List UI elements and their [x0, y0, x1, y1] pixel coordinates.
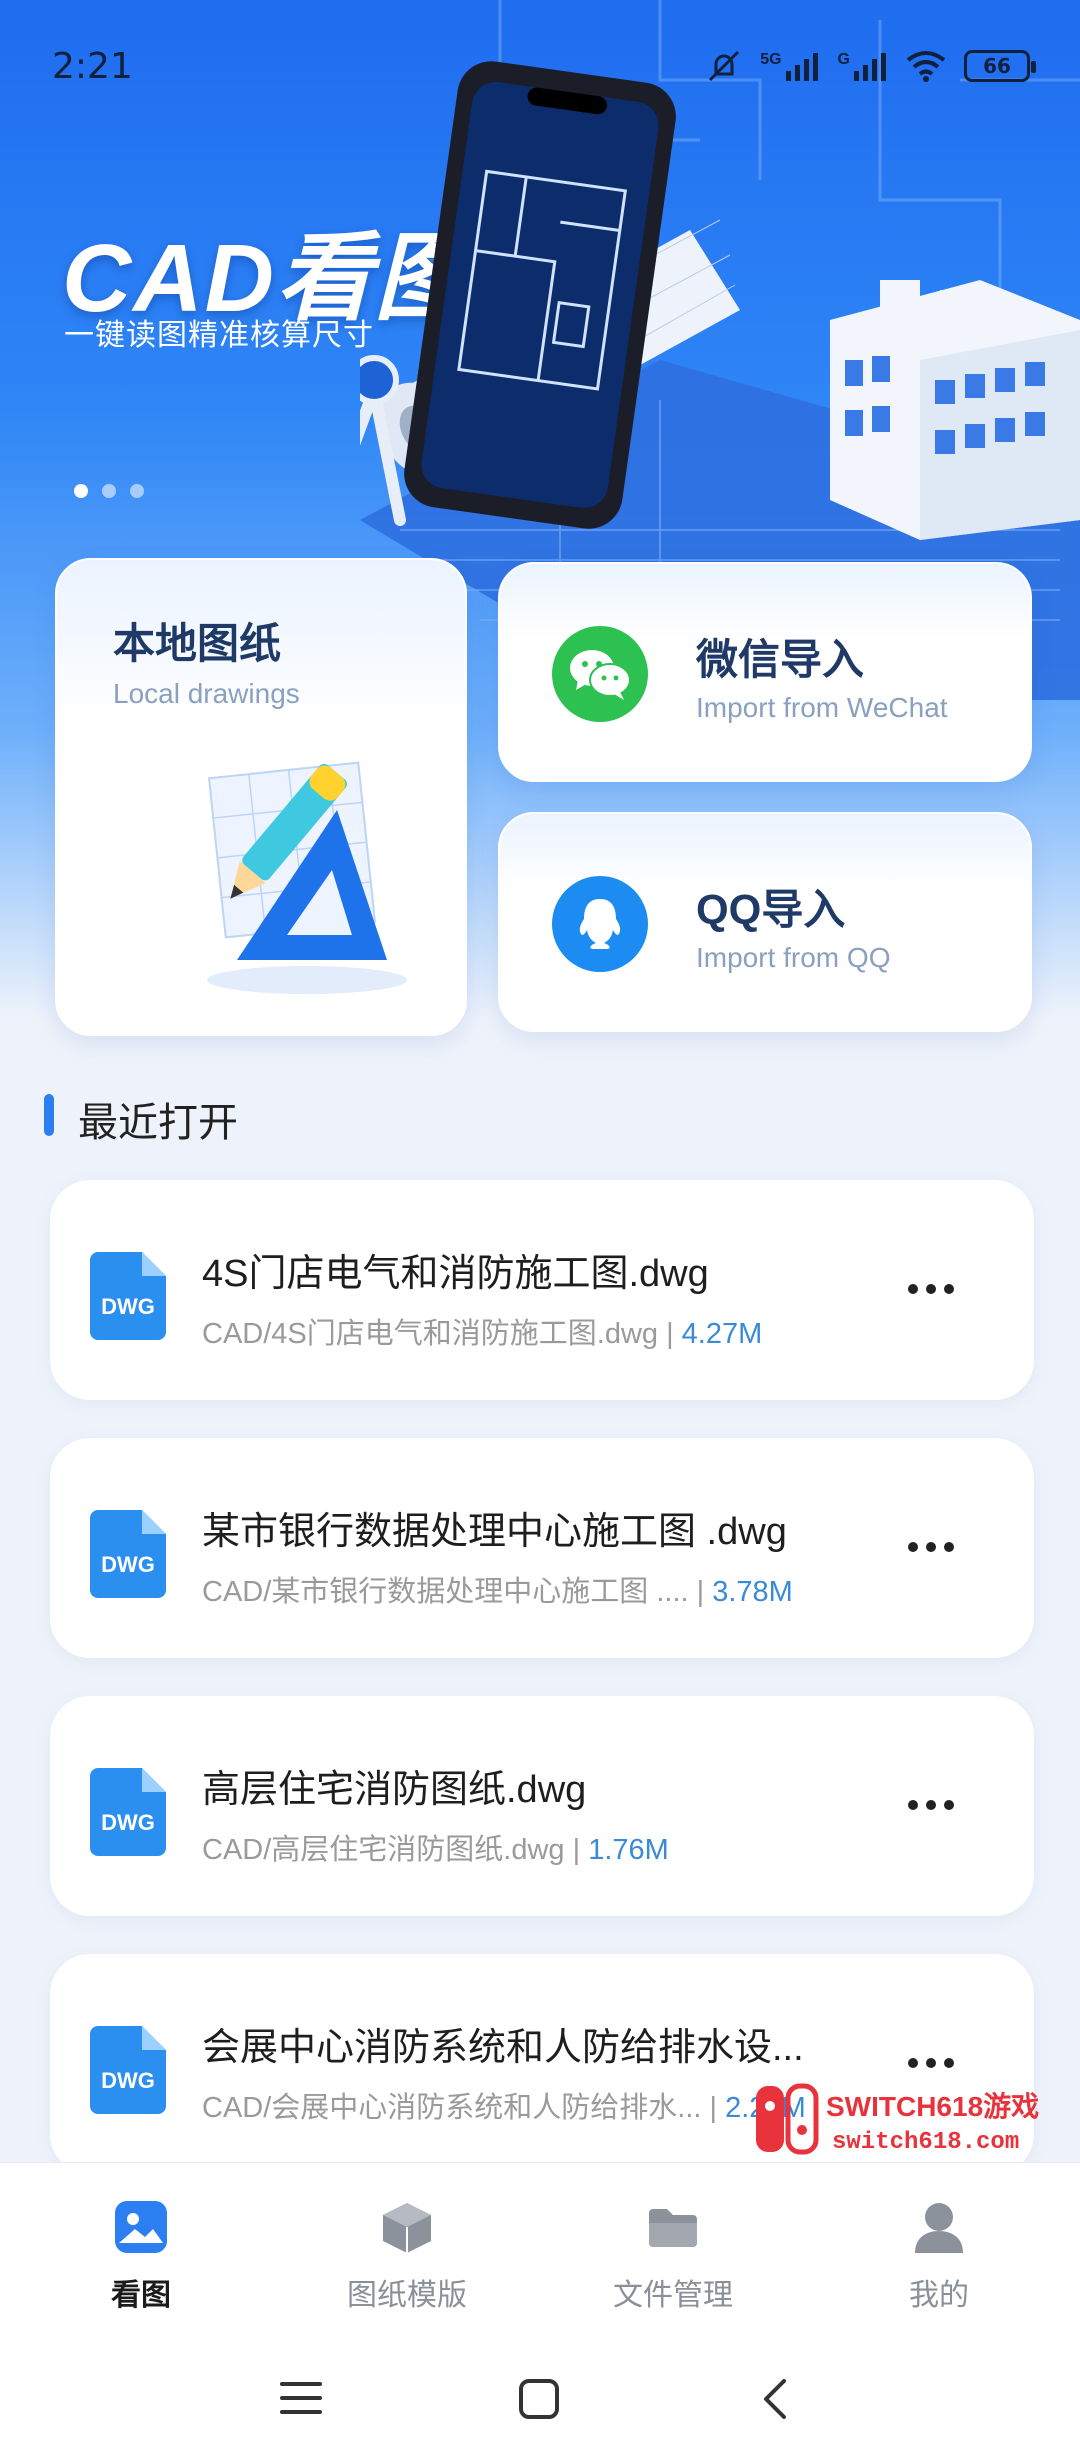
wechat-import-subtitle: Import from WeChat [696, 692, 948, 723]
file-name: 会展中心消防系统和人防给排水设... [202, 2027, 804, 2069]
image-icon [115, 2201, 167, 2253]
more-options-icon[interactable] [908, 1284, 954, 1294]
section-accent-bar [44, 1094, 54, 1136]
carousel-indicator [74, 484, 144, 498]
tab-profile[interactable]: 我的 [839, 2199, 1039, 2314]
file-size: 3.78M [712, 1576, 793, 1608]
local-drawings-subtitle: Local drawings [113, 678, 300, 709]
carousel-dot[interactable] [74, 484, 88, 498]
qq-import-card[interactable]: QQ导入 Import from QQ [498, 812, 1032, 1032]
file-path: CAD/某市银行数据处理中心施工图 .... [202, 1576, 689, 1608]
tab-label: 图纸模版 [347, 2279, 467, 2312]
watermark-line2: switch618.com [832, 2129, 1019, 2156]
site-watermark: SWITCH618游戏 switch618.com [756, 2083, 1039, 2156]
carousel-dot[interactable] [102, 484, 116, 498]
dwg-file-icon: DWG [90, 2026, 166, 2114]
file-meta: CAD/某市银行数据处理中心施工图 .... | 3.78M [202, 1576, 793, 1608]
dwg-file-icon: DWG [90, 1510, 166, 1598]
dwg-file-icon-label: DWG [101, 2068, 155, 2093]
more-options-icon[interactable] [908, 1800, 954, 1810]
menu-icon[interactable] [280, 2378, 322, 2418]
carousel-dot[interactable] [130, 484, 144, 498]
file-name: 某市银行数据处理中心施工图 .dwg [202, 1511, 787, 1553]
tab-label: 文件管理 [613, 2279, 733, 2312]
cube-icon [383, 2203, 431, 2253]
wechat-import-title: 微信导入 [696, 636, 865, 683]
status-time: 2:21 [52, 46, 133, 87]
tab-label: 我的 [909, 2279, 969, 2312]
qq-import-title: QQ导入 [696, 886, 846, 933]
tab-view-drawings[interactable]: 看图 [41, 2199, 241, 2314]
more-options-icon[interactable] [908, 2058, 954, 2068]
tab-file-manager[interactable]: 文件管理 [573, 2199, 773, 2314]
qq-icon [552, 876, 648, 972]
wechat-icon [552, 626, 648, 722]
local-drawings-card[interactable]: 本地图纸 Local drawings [55, 558, 467, 1036]
file-path: CAD/会展中心消防系统和人防给排水... [202, 2092, 702, 2124]
recent-file-item[interactable]: DWG 高层住宅消防图纸.dwg CAD/高层住宅消防图纸.dwg | 1.76… [50, 1696, 1034, 1916]
folder-icon [649, 2209, 697, 2247]
tab-label: 看图 [111, 2279, 171, 2312]
system-navigation-bar [0, 2332, 1080, 2460]
dwg-file-icon-label: DWG [101, 1552, 155, 1577]
file-meta: CAD/会展中心消防系统和人防给排水... | 2.27M [202, 2084, 806, 2126]
file-path: CAD/高层住宅消防图纸.dwg [202, 1834, 565, 1866]
file-path: CAD/4S门店电气和消防施工图.dwg [202, 1318, 659, 1350]
recent-file-item[interactable]: DWG 4S门店电气和消防施工图.dwg CAD/4S门店电气和消防施工图.dw… [50, 1180, 1034, 1400]
file-meta: CAD/高层住宅消防图纸.dwg | 1.76M [202, 1834, 669, 1866]
ruler-pencil-icon [207, 761, 407, 994]
back-icon[interactable] [760, 2378, 790, 2420]
recent-section-title: 最近打开 [78, 1101, 238, 1145]
recent-file-item[interactable]: DWG 某市银行数据处理中心施工图 .dwg CAD/某市银行数据处理中心施工图… [50, 1438, 1034, 1658]
file-name: 4S门店电气和消防施工图.dwg [202, 1253, 709, 1295]
user-icon [915, 2203, 963, 2253]
home-icon[interactable] [518, 2378, 560, 2420]
screen: 2:21 5G G 66 CAD看图 一键读图精准核算尺寸 本地图纸 Local… [0, 0, 1080, 2460]
building-illustration [830, 280, 1080, 540]
hero-subtitle: 一键读图精准核算尺寸 [64, 319, 374, 352]
wechat-import-card[interactable]: 微信导入 Import from WeChat [498, 562, 1032, 782]
watermark-line1: SWITCH618游戏 [826, 2091, 1039, 2122]
file-name: 高层住宅消防图纸.dwg [202, 1769, 587, 1811]
bottom-tab-bar: 看图 图纸模版 文件管理 我的 [0, 2162, 1080, 2332]
dwg-file-icon-label: DWG [101, 1810, 155, 1835]
dwg-file-icon: DWG [90, 1252, 166, 1340]
file-size: 1.76M [588, 1834, 669, 1866]
file-size: 4.27M [681, 1318, 763, 1350]
file-meta: CAD/4S门店电气和消防施工图.dwg | 4.27M [202, 1318, 763, 1350]
tab-templates[interactable]: 图纸模版 [307, 2199, 507, 2314]
dwg-file-icon-label: DWG [101, 1294, 155, 1319]
qq-import-subtitle: Import from QQ [696, 942, 891, 973]
more-options-icon[interactable] [908, 1542, 954, 1552]
dwg-file-icon: DWG [90, 1768, 166, 1856]
local-drawings-title: 本地图纸 [113, 620, 282, 667]
